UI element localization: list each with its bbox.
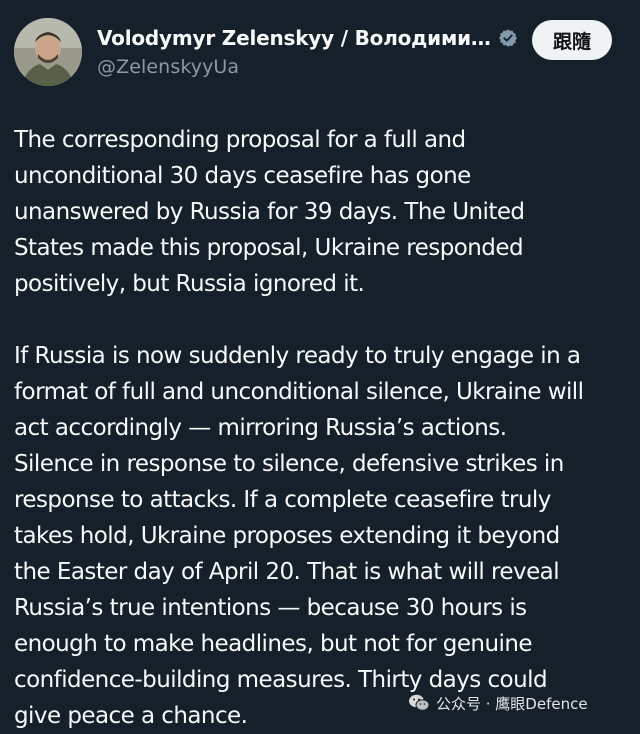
watermark-text: 公众号 · 鹰眼Defence — [436, 694, 588, 713]
tweet-line: The corresponding proposal for a full an… — [14, 127, 466, 153]
verified-badge-icon — [498, 28, 518, 48]
author-handle[interactable]: @ZelenskyyUa — [97, 56, 239, 78]
tweet-line: the Easter day of April 20. That is what… — [14, 559, 560, 585]
watermark: 公众号 · 鹰眼Defence — [408, 688, 588, 718]
tweet-paragraph-2: If Russia is now suddenly ready to truly… — [14, 338, 634, 734]
author-display-name[interactable]: Volodymyr Zelenskyy / Володими… — [97, 26, 491, 50]
tweet-line: unconditional 30 days ceasefire has gone — [14, 163, 471, 189]
follow-button[interactable]: 跟隨 — [532, 20, 612, 60]
tweet-paragraph-1: The corresponding proposal for a full an… — [14, 122, 634, 302]
tweet-line: enough to make headlines, but not for ge… — [14, 631, 533, 657]
wechat-icon — [408, 693, 430, 713]
tweet-header: Volodymyr Zelenskyy / Володими… @Zelensk… — [0, 0, 640, 100]
avatar-photo-icon — [14, 18, 82, 86]
tweet-line: response to attacks. If a complete cease… — [14, 487, 551, 513]
tweet-line: act accordingly — mirroring Russia’s act… — [14, 415, 507, 441]
avatar[interactable] — [14, 18, 82, 86]
tweet-line: takes hold, Ukraine proposes extending i… — [14, 523, 560, 549]
tweet-text: The corresponding proposal for a full an… — [14, 122, 634, 734]
tweet-line: States made this proposal, Ukraine respo… — [14, 235, 524, 261]
tweet-line: If Russia is now suddenly ready to truly… — [14, 343, 581, 369]
tweet-line: Russia’s true intentions — because 30 ho… — [14, 595, 527, 621]
tweet-line: format of full and unconditional silence… — [14, 379, 584, 405]
author-name-row: Volodymyr Zelenskyy / Володими… — [97, 26, 518, 50]
tweet-line: positively, but Russia ignored it. — [14, 271, 365, 297]
tweet-line: Silence in response to silence, defensiv… — [14, 451, 564, 477]
tweet-line: unanswered by Russia for 39 days. The Un… — [14, 199, 525, 225]
